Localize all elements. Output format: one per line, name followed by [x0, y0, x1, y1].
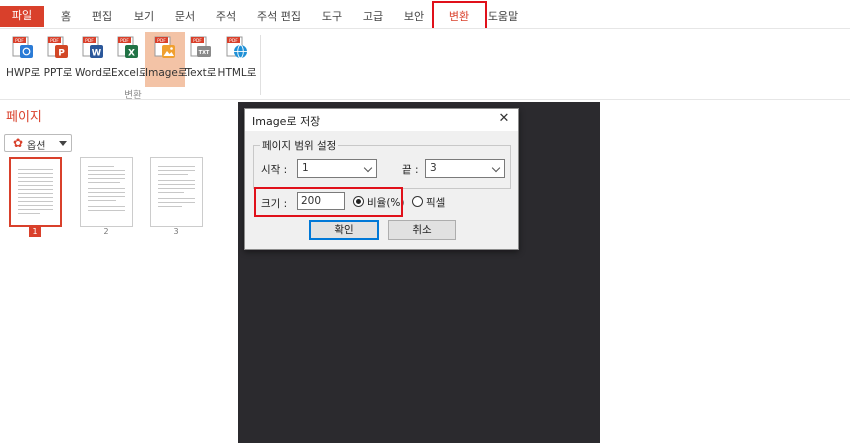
options-dropdown-button[interactable]: ✿ 옵션 — [4, 134, 72, 152]
page-range-legend: 페이지 범위 설정 — [260, 138, 339, 153]
ribbon-group-divider — [260, 35, 261, 95]
excel-file-icon: PDF X — [117, 36, 138, 59]
menu-tab-bar: 파일 홈 편집 보기 문서 주석 주석 편집 도구 고급 보안 변환 도움말 — [0, 0, 850, 33]
pages-panel-title: 페이지 — [6, 110, 42, 125]
start-page-value: 1 — [302, 162, 309, 174]
to-ppt-label: PPT로 — [43, 67, 73, 79]
text-file-icon: PDF TXT — [190, 36, 211, 57]
tab-view[interactable]: 보기 — [130, 7, 158, 27]
svg-text:P: P — [58, 49, 65, 59]
chevron-down-icon — [363, 163, 373, 173]
tab-annotation[interactable]: 주석 — [212, 7, 240, 27]
gear-icon: ✿ — [13, 136, 24, 150]
ppt-file-icon: PDF P — [47, 36, 68, 59]
to-ppt-button[interactable]: PDF P PPT로 — [42, 32, 74, 87]
tab-annotation-edit[interactable]: 주석 편집 — [256, 7, 302, 27]
page-thumbnail-2[interactable] — [80, 157, 133, 227]
dialog-title: Image로 저장 — [252, 115, 321, 128]
document-page[interactable] — [600, 102, 850, 443]
svg-text:TXT: TXT — [199, 50, 210, 56]
image-file-icon: PDF — [154, 36, 175, 58]
svg-text:X: X — [128, 49, 135, 59]
chevron-down-icon — [491, 163, 501, 173]
hwp-file-icon: PDF — [12, 36, 33, 58]
to-excel-label: Excel로 — [111, 67, 149, 79]
html-file-icon: PDF — [226, 36, 247, 59]
page-number-2: 2 — [103, 227, 109, 236]
to-html-button[interactable]: PDF HTML로 — [217, 32, 257, 87]
to-excel-button[interactable]: PDF X Excel로 — [111, 32, 149, 87]
save-as-image-dialog: Image로 저장 ✕ 페이지 범위 설정 시작 : 1 끝 : 3 크기 : … — [244, 108, 519, 250]
pages-panel: 페이지 ✿ 옵션 1 2 3 — [0, 100, 238, 443]
tab-help[interactable]: 도움말 — [486, 7, 520, 27]
svg-text:W: W — [92, 49, 102, 59]
pixel-radio-label: 픽셀 — [426, 197, 446, 209]
to-text-button[interactable]: PDF TXT Text로 — [185, 32, 217, 87]
to-html-label: HTML로 — [217, 67, 257, 79]
to-image-button[interactable]: PDF Image로 — [145, 32, 188, 87]
start-page-select[interactable]: 1 — [297, 159, 377, 178]
svg-text:PDF: PDF — [85, 38, 94, 44]
to-text-label: Text로 — [185, 67, 217, 79]
to-image-label: Image로 — [145, 67, 188, 79]
tab-file[interactable]: 파일 — [0, 6, 44, 27]
page-number-3: 3 — [173, 227, 179, 236]
cancel-button[interactable]: 취소 — [388, 220, 456, 240]
end-label: 끝 : — [402, 164, 419, 176]
tab-document[interactable]: 문서 — [171, 7, 199, 27]
to-word-button[interactable]: PDF W Word로 — [75, 32, 112, 87]
convert-group-label: 변환 — [124, 90, 142, 101]
svg-text:PDF: PDF — [15, 38, 24, 44]
end-page-value: 3 — [430, 162, 437, 174]
dialog-titlebar[interactable]: Image로 저장 ✕ — [245, 109, 518, 131]
app-window: 파일 홈 편집 보기 문서 주석 주석 편집 도구 고급 보안 변환 도움말 P… — [0, 0, 850, 443]
word-file-icon: PDF W — [82, 36, 103, 59]
to-word-label: Word로 — [75, 67, 112, 79]
pixel-radio[interactable] — [412, 196, 423, 207]
tab-advanced[interactable]: 고급 — [359, 7, 387, 27]
tab-edit[interactable]: 편집 — [88, 7, 116, 27]
page-number-1: 1 — [29, 227, 41, 237]
to-hwp-button[interactable]: PDF HWP로 — [6, 32, 40, 87]
page-thumbnail-1[interactable] — [9, 157, 62, 227]
to-hwp-label: HWP로 — [6, 67, 41, 79]
svg-text:PDF: PDF — [193, 38, 202, 44]
svg-text:PDF: PDF — [120, 38, 129, 44]
start-label: 시작 : — [261, 164, 288, 176]
ok-button[interactable]: 확인 — [309, 220, 379, 240]
svg-text:PDF: PDF — [229, 38, 238, 44]
end-page-select[interactable]: 3 — [425, 159, 505, 178]
tab-tools[interactable]: 도구 — [318, 7, 346, 27]
tab-security[interactable]: 보안 — [400, 7, 428, 27]
close-icon[interactable]: ✕ — [496, 111, 512, 127]
tab-home[interactable]: 홈 — [55, 7, 77, 27]
svg-text:PDF: PDF — [50, 38, 59, 44]
chevron-down-icon — [59, 141, 67, 146]
options-label: 옵션 — [27, 141, 46, 152]
svg-text:PDF: PDF — [157, 38, 166, 44]
size-highlight — [254, 187, 403, 217]
page-thumbnail-3[interactable] — [150, 157, 203, 227]
ribbon-toolbar: PDF HWP로 PDF P PPT로 PDF W Word로 PDF X Ex… — [0, 28, 850, 101]
